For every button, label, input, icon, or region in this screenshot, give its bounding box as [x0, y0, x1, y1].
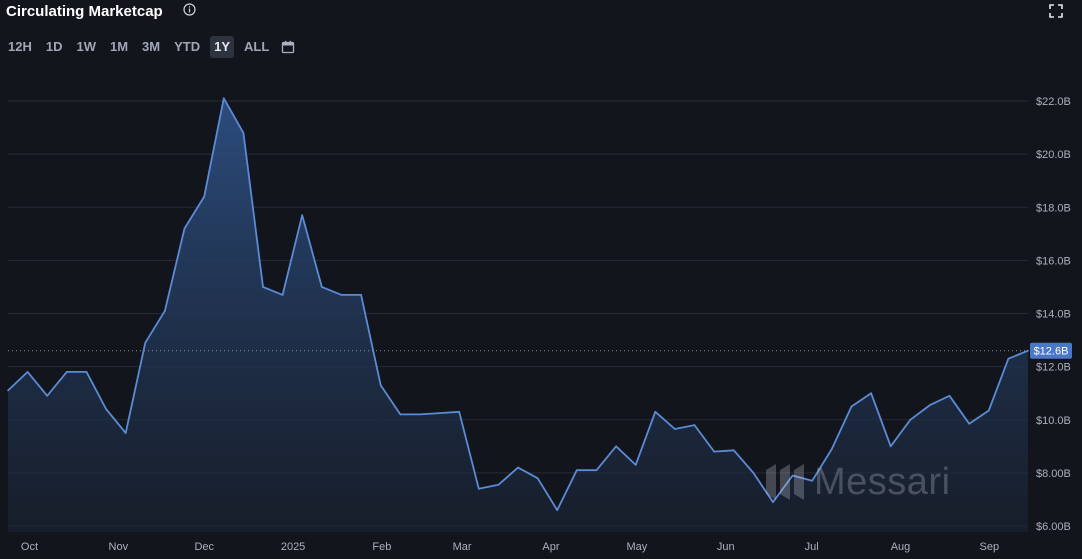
data-point — [634, 464, 637, 466]
x-tick-label: 2025 — [281, 541, 305, 553]
data-point — [7, 389, 9, 392]
messari-logo-icon — [766, 464, 804, 500]
current-value-label: $12.6B — [1034, 346, 1069, 358]
data-point — [301, 214, 304, 217]
x-tick-label: Jul — [805, 541, 819, 553]
data-point — [752, 472, 755, 474]
y-tick-label: $6.00B — [1036, 521, 1071, 533]
data-point — [674, 428, 676, 430]
data-point — [713, 450, 715, 453]
data-point — [46, 395, 49, 397]
x-tick-label: Aug — [891, 541, 911, 553]
x-tick-label: Oct — [21, 541, 38, 553]
data-point — [164, 310, 166, 312]
data-point — [203, 195, 205, 198]
data-point — [831, 448, 833, 450]
data-point — [477, 488, 480, 490]
x-tick-label: Sep — [980, 541, 1000, 553]
data-point — [556, 509, 559, 511]
y-tick-label: $20.0B — [1036, 149, 1071, 161]
data-point — [497, 484, 500, 486]
data-point — [399, 413, 402, 416]
data-point — [732, 449, 735, 452]
data-point — [321, 286, 323, 288]
data-point — [222, 97, 225, 100]
data-point — [66, 371, 68, 373]
data-point — [536, 477, 539, 479]
data-point — [360, 294, 362, 296]
data-point — [438, 412, 441, 414]
x-tick-label: May — [627, 541, 648, 553]
data-point — [929, 404, 931, 406]
data-point — [379, 384, 382, 387]
x-tick-label: Feb — [372, 541, 391, 553]
data-point — [968, 422, 970, 425]
watermark-text: Messari — [814, 460, 951, 503]
data-point — [144, 341, 147, 344]
data-point — [595, 469, 598, 472]
data-point — [693, 424, 696, 426]
data-point — [458, 410, 460, 413]
data-point — [262, 286, 264, 288]
y-axis: $6.00B $8.00B $10.0B $12.0B $14.0B $16.0B $18.… — [1036, 96, 1071, 533]
y-tick-label: $16.0B — [1036, 255, 1071, 267]
data-point — [948, 395, 951, 397]
data-point — [242, 132, 245, 134]
y-tick-label: $18.0B — [1036, 202, 1071, 214]
data-point — [340, 294, 343, 296]
x-tick-label: Dec — [194, 541, 214, 553]
data-point — [517, 466, 519, 469]
data-point — [870, 392, 872, 394]
data-point — [1007, 357, 1010, 360]
data-point — [987, 409, 990, 412]
x-tick-label: Jun — [717, 541, 735, 553]
x-tick-label: Apr — [542, 541, 559, 553]
data-point — [654, 410, 657, 413]
data-point — [909, 418, 912, 421]
y-tick-label: $10.0B — [1036, 415, 1071, 427]
data-point — [281, 294, 284, 296]
x-axis: Oct Nov Dec 2025 Feb Mar Apr May Jun Jul Aug Sep — [21, 541, 999, 553]
data-point — [419, 413, 421, 416]
data-point — [105, 408, 107, 410]
data-point — [576, 469, 578, 472]
y-tick-label: $8.00B — [1036, 468, 1071, 480]
data-point — [889, 445, 892, 448]
data-point — [124, 432, 127, 434]
data-point — [26, 371, 29, 373]
messari-watermark: Messari — [764, 460, 951, 504]
x-tick-label: Mar — [453, 541, 472, 553]
data-point — [183, 227, 186, 230]
x-tick-label: Nov — [109, 541, 129, 553]
y-tick-label: $12.0B — [1036, 362, 1071, 374]
data-point — [85, 371, 88, 373]
data-point — [850, 405, 853, 408]
y-tick-label: $22.0B — [1036, 96, 1071, 108]
y-tick-label: $14.0B — [1036, 309, 1071, 321]
data-point — [615, 445, 617, 448]
